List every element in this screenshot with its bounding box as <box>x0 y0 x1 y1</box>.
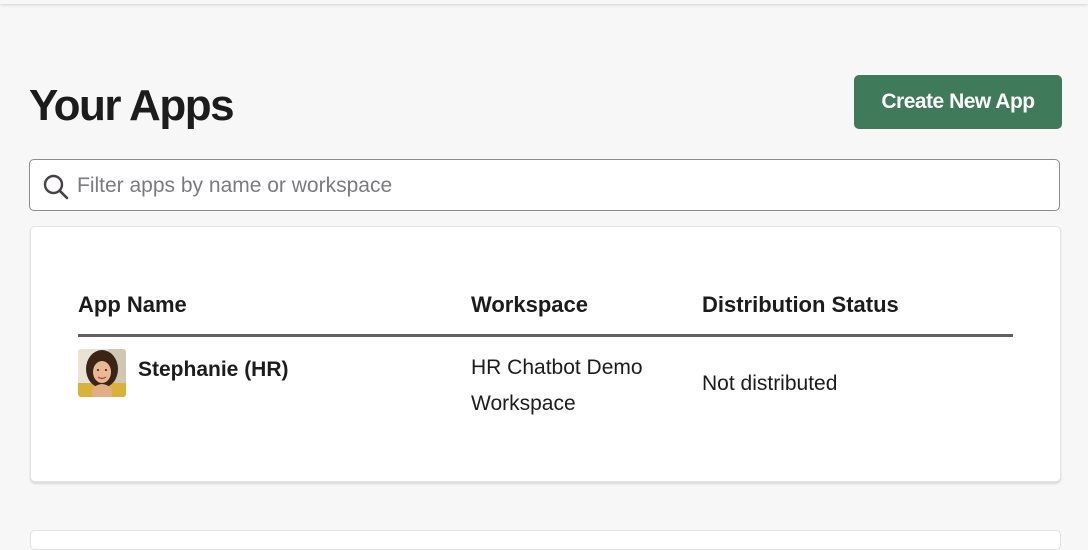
search-icon <box>43 174 69 200</box>
create-new-app-button[interactable]: Create New App <box>854 75 1062 129</box>
workspace-name: HR Chatbot Demo Workspace <box>471 356 643 415</box>
search-field[interactable] <box>29 159 1060 212</box>
column-header-distribution-status[interactable]: Distribution Status <box>702 292 899 318</box>
page-title: Your Apps <box>29 81 235 130</box>
avatar[interactable] <box>78 349 126 397</box>
app-name-link[interactable]: Stephanie (HR) <box>138 358 289 382</box>
column-header-workspace[interactable]: Workspace <box>471 292 588 318</box>
header-divider <box>78 334 1013 337</box>
top-bar <box>0 0 1088 4</box>
secondary-card <box>30 530 1061 550</box>
distribution-status: Not distributed <box>702 372 838 395</box>
search-input[interactable] <box>75 160 1049 212</box>
column-header-app-name[interactable]: App Name <box>78 292 187 318</box>
